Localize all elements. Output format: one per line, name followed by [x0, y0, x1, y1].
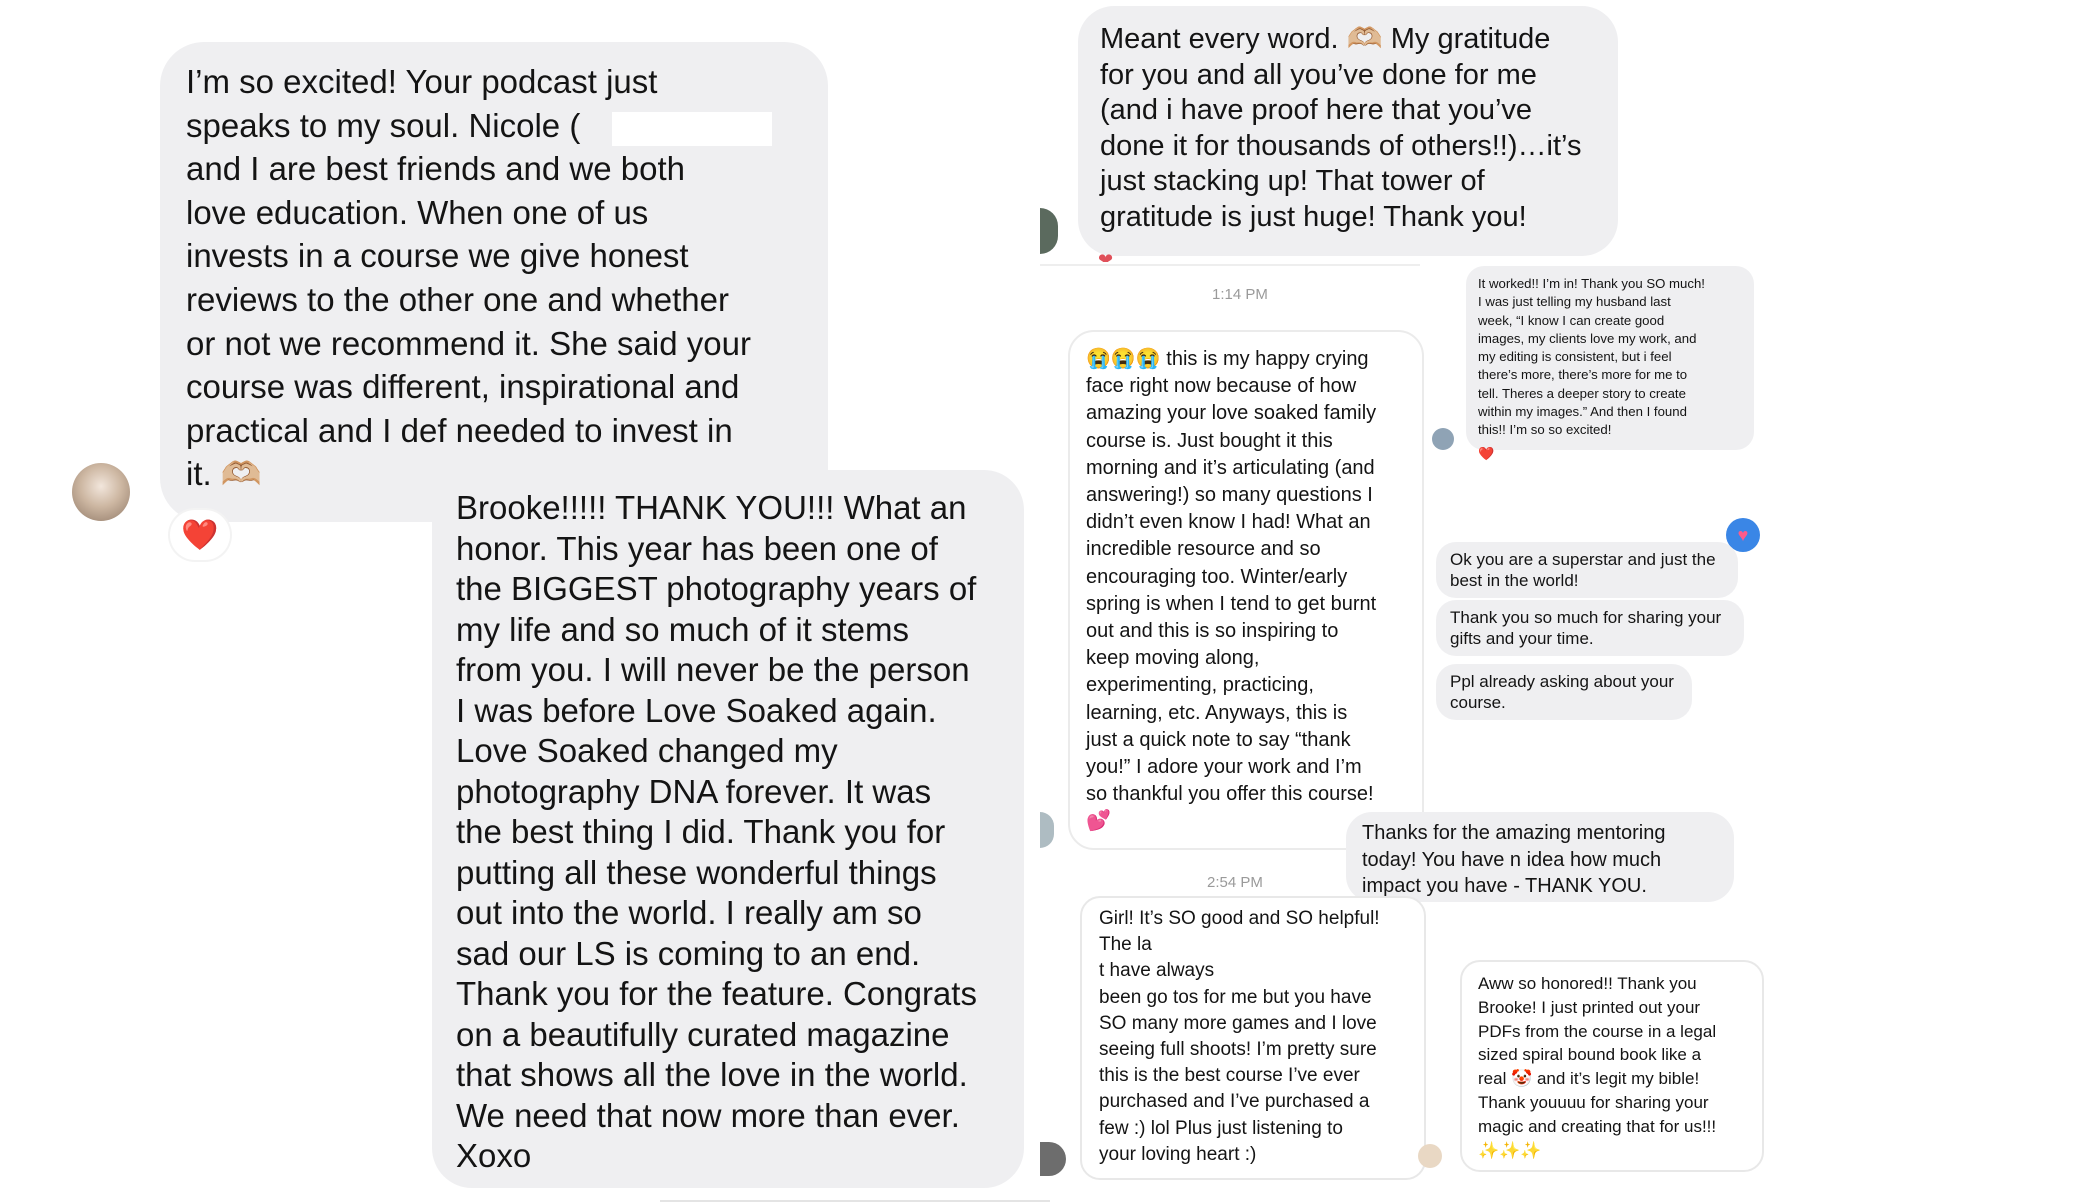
message-bubble-gratitude: Meant every word. 🫶🏼 My gratitude for yo…	[1078, 6, 1618, 256]
heart-icon: ❤️	[181, 518, 219, 552]
message-bubble-ppl: Ppl already asking about your course.	[1436, 664, 1692, 720]
sender-avatar	[72, 463, 130, 521]
message-text-it-worked: It worked!! I’m in! Thank you SO much! I…	[1478, 276, 1705, 438]
message-bubble-sharing: Thank you so much for sharing your gifts…	[1436, 600, 1744, 656]
message-bubble-girl: Girl! It’s SO good and SO helpful! The l…	[1080, 896, 1426, 1180]
message-bubble-happy-crying: 😭😭😭 this is my happy crying face right n…	[1068, 330, 1424, 850]
message-bubble-honored: Aww so honored!! Thank you Brooke! I jus…	[1460, 960, 1764, 1172]
message-text-gratitude: Meant every word. 🫶🏼 My gratitude for yo…	[1100, 23, 1582, 233]
message-text-thank-you: Brooke!!!!! THANK YOU!!! What an honor. …	[456, 489, 977, 1174]
message-bubble-mentoring: Thanks for the amazing mentoring today! …	[1346, 812, 1734, 902]
timestamp: 2:54 PM	[1207, 874, 1263, 891]
sender-avatar	[1040, 1142, 1066, 1176]
heart-icon: ❤	[1098, 250, 1114, 262]
heart-icon: ❤️	[1478, 446, 1495, 461]
message-text-superstar: Ok you are a superstar and just the best…	[1450, 550, 1716, 590]
timestamp: 1:14 PM	[1212, 286, 1268, 303]
message-text-mentoring: Thanks for the amazing mentoring today! …	[1362, 822, 1666, 897]
sender-avatar	[1040, 208, 1058, 254]
heart-reaction: ❤️	[170, 510, 230, 560]
message-text-honored: Aww so honored!! Thank you Brooke! I jus…	[1478, 974, 1717, 1160]
sender-avatar	[1040, 812, 1054, 848]
message-bubble-superstar: Ok you are a superstar and just the best…	[1436, 542, 1738, 598]
message-bubble-it-worked: It worked!! I’m in! Thank you SO much! I…	[1466, 266, 1754, 450]
sender-avatar	[1432, 428, 1454, 450]
sender-avatar	[1418, 1144, 1442, 1168]
message-bubble-thank-you: Brooke!!!!! THANK YOU!!! What an honor. …	[432, 470, 1024, 1188]
redaction-mark	[612, 112, 772, 146]
message-text-ppl: Ppl already asking about your course.	[1450, 672, 1674, 712]
message-text-girl: Girl! It’s SO good and SO helpful! The l…	[1099, 908, 1380, 1165]
divider	[660, 1200, 1050, 1202]
divider	[1040, 264, 1420, 266]
message-text-sharing: Thank you so much for sharing your gifts…	[1450, 608, 1722, 648]
message-text-happy-crying: 😭😭😭 this is my happy crying face right n…	[1086, 348, 1377, 833]
